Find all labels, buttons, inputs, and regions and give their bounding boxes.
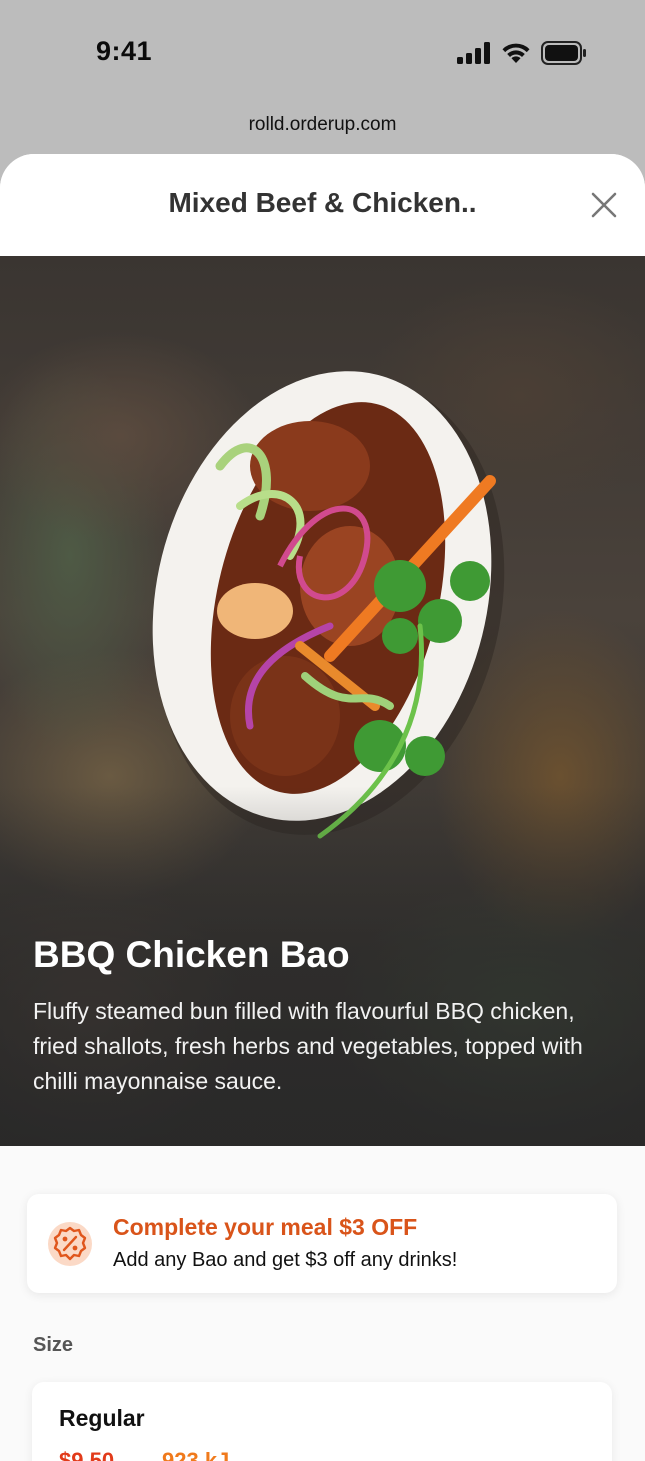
browser-url[interactable]: rolld.orderup.com bbox=[0, 114, 645, 136]
size-option-regular[interactable]: Regular $9.50 923 kJ bbox=[32, 1382, 612, 1461]
item-hero-image: BBQ Chicken Bao Fluffy steamed bun fille… bbox=[0, 256, 645, 1146]
sheet-title: Mixed Beef & Chicken.. bbox=[168, 187, 477, 218]
status-bar: 9:41 bbox=[0, 0, 645, 105]
promo-subtitle: Add any Bao and get $3 off any drinks! bbox=[113, 1249, 458, 1271]
item-detail-sheet: Mixed Beef & Chicken.. BBQ Chicken Bao F… bbox=[0, 154, 645, 1461]
size-section-label: Size bbox=[33, 1334, 74, 1356]
cellular-signal-icon bbox=[457, 42, 490, 64]
item-description: Fluffy steamed bun filled with flavourfu… bbox=[33, 998, 583, 1094]
size-option-energy: 923 kJ bbox=[162, 1448, 230, 1461]
sheet-header: Mixed Beef & Chicken.. bbox=[0, 154, 645, 256]
close-icon[interactable] bbox=[591, 192, 617, 218]
bao-photo bbox=[152, 371, 505, 839]
size-option-name: Regular bbox=[59, 1405, 145, 1431]
status-time: 9:41 bbox=[96, 36, 153, 66]
promo-card[interactable]: Complete your meal $3 OFF Add any Bao an… bbox=[27, 1194, 617, 1293]
close-button[interactable] bbox=[587, 188, 621, 222]
status-icons bbox=[457, 40, 587, 66]
item-name: BBQ Chicken Bao bbox=[33, 934, 350, 975]
discount-badge-icon bbox=[48, 1222, 92, 1266]
battery-icon bbox=[541, 41, 586, 65]
size-option-price: $9.50 bbox=[59, 1448, 115, 1461]
wifi-icon bbox=[502, 43, 530, 63]
promo-title: Complete your meal $3 OFF bbox=[113, 1214, 418, 1240]
